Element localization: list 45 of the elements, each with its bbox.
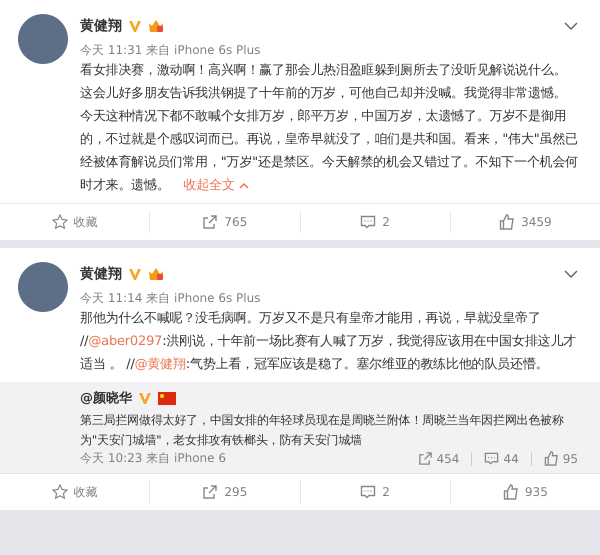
avatar[interactable] — [18, 14, 68, 64]
comment-button[interactable]: 2 — [300, 211, 450, 233]
share-icon — [418, 451, 433, 466]
post-text: 那他为什么不喊呢？没毛病啊。万岁又不是只有皇帝才能用，再说，早就没皇帝了 //@aber0297:洪刚说，十年前一场比赛有人喊了万岁，我觉得应该用在中国女排这儿才适当 。 //@黄健翔:气势上看，冠军应该是稳了。塞尔维亚的教练比他的队员还懵。 — [80, 310, 578, 374]
repost-text: 第三局拦网做得太好了，中国女排的年轻球员现在是周晓兰附体！周晓兰当年因拦网出色被称为"天安门城墙"，老女排攻有铁榔头，防有天安门城墙 — [80, 412, 565, 449]
caret-icon[interactable] — [564, 270, 578, 278]
mention-link[interactable]: @aber0297 — [88, 334, 162, 349]
comment-button[interactable]: 44 — [484, 451, 519, 466]
thumbs-up-icon — [502, 484, 519, 500]
mention-link[interactable]: @黄健翔 — [134, 357, 186, 372]
comment-icon — [484, 451, 500, 466]
thumbs-up-icon — [499, 214, 516, 230]
like-button[interactable]: 3459 — [450, 211, 600, 233]
author-name[interactable]: 黄健翔 — [80, 17, 122, 35]
caret-up-icon — [238, 182, 249, 189]
author-name[interactable]: 黄健翔 — [80, 265, 122, 283]
post-text: 看女排决赛，激动啊！高兴啊！赢了那会儿热泪盈眶躲到厕所去了没听见解说说什么。这会儿好多朋友告诉我洪钢提了十年前的万岁，可他自己却并没喊。我觉得非常遗憾。今天这种情况下都不敢喊个女排万岁，郎平万岁，中国万岁，太遗憾了。万岁不是御用的，不过就是个感叹词而已。再说，皇帝早就没了，咱们是共和国。看来，"伟大"虽然已经被体育解说员们常用，"万岁"还是禁区。今天解禁的机会又错过了。不知下一个机会何时才来。遗憾。 收起全文 — [80, 62, 578, 195]
post-time: 今天 11:31 来自 iPhone 6s Plus — [80, 42, 262, 59]
caret-icon[interactable] — [564, 22, 578, 30]
repost-button[interactable]: 765 — [149, 211, 300, 233]
post-time: 今天 11:14 来自 iPhone 6s Plus — [80, 290, 262, 307]
repost-button[interactable]: 295 — [149, 481, 300, 503]
share-icon — [202, 484, 218, 500]
repost-button[interactable]: 454 — [418, 451, 460, 466]
thumbs-up-icon — [544, 451, 559, 466]
author-name[interactable]: @颜晓华 — [80, 389, 132, 407]
collapse-link[interactable]: 收起全文 — [184, 178, 249, 193]
flag-icon — [158, 392, 176, 404]
crown-icon — [148, 19, 164, 33]
star-icon — [52, 214, 68, 230]
verified-icon — [138, 392, 152, 404]
like-button[interactable]: 935 — [450, 481, 600, 503]
crown-icon — [148, 267, 164, 281]
comment-icon — [360, 214, 376, 230]
post-time: 今天 10:23 来自 iPhone 6 — [80, 450, 226, 467]
like-button[interactable]: 95 — [544, 451, 578, 466]
comment-button[interactable]: 2 — [300, 481, 450, 503]
verified-icon — [128, 20, 142, 32]
favorite-button[interactable]: 收藏 — [0, 211, 150, 233]
verified-icon — [128, 268, 142, 280]
avatar[interactable] — [18, 262, 68, 312]
favorite-button[interactable]: 收藏 — [0, 481, 150, 503]
star-icon — [52, 484, 68, 500]
share-icon — [202, 214, 218, 230]
comment-icon — [360, 484, 376, 500]
